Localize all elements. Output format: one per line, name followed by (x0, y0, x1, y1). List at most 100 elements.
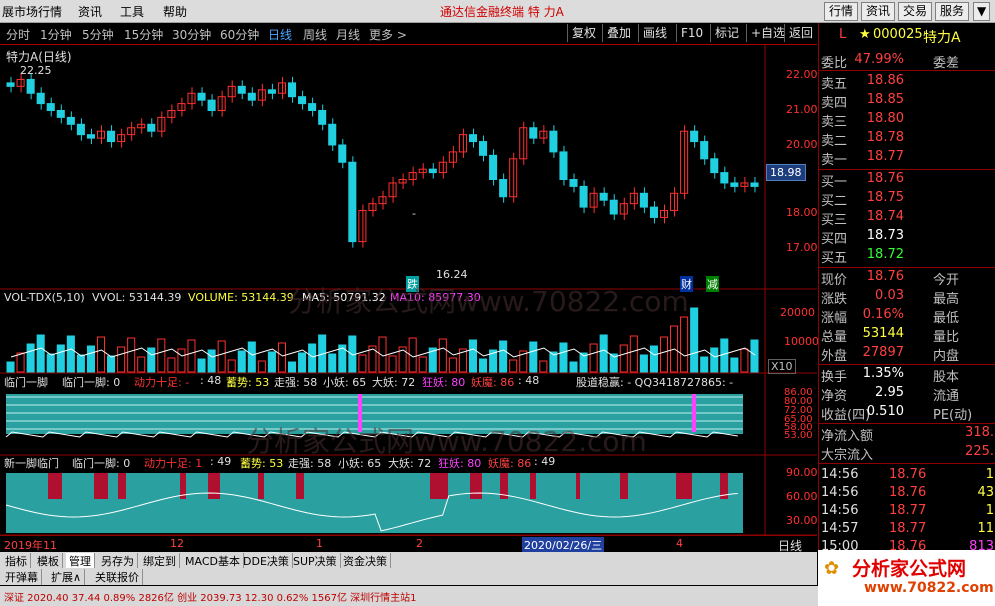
ask-row: 卖二 18.78 (819, 130, 995, 149)
stock-name: 特力A (923, 30, 961, 46)
label: 卖三 (821, 115, 848, 130)
bid-row: 买三 18.74 (819, 209, 995, 228)
danmu-toggle[interactable]: 开弹幕 (2, 569, 42, 585)
value: 1.35% (862, 366, 904, 381)
ind2-field: : 49 (210, 455, 232, 468)
tick-volume: 1 (985, 467, 994, 482)
add-watchlist-button[interactable]: +自选 (746, 24, 789, 42)
label: 净资 (821, 389, 848, 404)
tab-manage[interactable]: 管理 (66, 553, 95, 569)
tick-row: 14:56 18.77 1 (819, 503, 995, 521)
period-fenshi[interactable]: 分时 (6, 26, 30, 43)
indicator-tabbar: 指标 模板 管理 另存为 绑定到 MACD基本 DDE决策 SUP决策 资金决策 (0, 552, 817, 569)
tab-capital[interactable]: 资金决策 (340, 553, 391, 569)
related-quote-tab[interactable]: 关联报价 (92, 569, 143, 585)
watermark: 分析家公式网www.70822.com (246, 425, 647, 458)
label: 卖四 (821, 96, 848, 111)
bid-row: 买四 18.73 (819, 228, 995, 247)
tab-macd[interactable]: MACD基本 (182, 553, 244, 569)
menu-market[interactable]: 展市场行情 (2, 3, 62, 20)
stat-row: 现价 18.76 今开 (819, 269, 995, 288)
draw-line-button[interactable]: 画线 (638, 24, 671, 42)
label: 买一 (821, 175, 848, 190)
order-ratio-row: 委比 47.99% 委差 (819, 52, 995, 71)
tick-price: 18.76 (889, 467, 927, 482)
expand-button[interactable]: 扩展∧ (48, 569, 86, 585)
tick-price: 18.77 (889, 521, 927, 536)
period-more[interactable]: 更多 > (369, 26, 407, 43)
menu-bar: 展市场行情 资讯 工具 帮助 通达信金融终端 特 力A 行情 资讯 交易 服务 … (0, 0, 995, 23)
period-monthly[interactable]: 月线 (336, 26, 360, 43)
logo-url: www.70822.com (864, 580, 994, 596)
flow-row: 大宗流入 225. (819, 444, 995, 463)
window-title: 通达信金融终端 特 力A (440, 5, 564, 19)
period-60min[interactable]: 60分钟 (220, 26, 259, 43)
label: 涨幅 (821, 311, 848, 326)
label: 委比 (821, 56, 848, 71)
value: 18.72 (866, 247, 904, 262)
label: 收益(四) (821, 408, 871, 423)
time-label: 1 (316, 537, 323, 550)
vol-vvol: VVOL: 53144.39 (92, 291, 182, 304)
dropdown-icon[interactable]: ▼ (973, 2, 991, 21)
tick-time: 14:57 (821, 521, 859, 536)
label: 净流入额 (821, 429, 874, 444)
ask-row: 卖一 18.77 (819, 149, 995, 168)
ind2-tick: 60.00 (786, 490, 818, 503)
ind1-field: 蓄势: 53 (226, 376, 270, 389)
ind2-field: 临门一脚: 0 (72, 457, 131, 470)
period-weekly[interactable]: 周线 (303, 26, 327, 43)
menu-tools[interactable]: 工具 (120, 3, 144, 20)
stock-code: 000025 (873, 27, 923, 42)
period-1min[interactable]: 1分钟 (40, 26, 72, 43)
label: 总量 (821, 330, 848, 345)
chart-title: 特力A(日线) (6, 50, 72, 64)
period-daily[interactable]: 日线 (268, 26, 292, 43)
ind1-header: 临门一脚 临门一脚: 0 动力十足: - : 48 蓄势: 53 走强: 58 … (0, 374, 817, 389)
stat-row: 换手 1.35% 股本 (819, 366, 995, 385)
period-15min[interactable]: 15分钟 (124, 26, 163, 43)
value: 225. (965, 444, 994, 459)
trade-button[interactable]: 交易 (898, 2, 933, 21)
ind1-field: 大妖: 72 (372, 376, 416, 389)
f10-button[interactable]: F10 (676, 24, 707, 42)
ind1-tick: 53.00 (784, 430, 813, 441)
ind1-field: 走强: 58 (274, 376, 318, 389)
time-axis: 2019年11 12 1 2 2020/02/26/三 4 日线 (0, 535, 817, 553)
index-ticker: 深证 2020.40 37.44 0.89% 2826亿 创业 2039.73 … (4, 593, 417, 604)
tab-indicator[interactable]: 指标 (2, 553, 31, 569)
bid-row: 买二 18.75 (819, 190, 995, 209)
overlay-button[interactable]: 叠加 (602, 24, 635, 42)
tab-save-as[interactable]: 另存为 (98, 553, 138, 569)
news-button[interactable]: 资讯 (861, 2, 896, 21)
tick-volume: 43 (977, 485, 994, 500)
tab-dde[interactable]: DDE决策 (240, 553, 293, 569)
menu-news[interactable]: 资讯 (78, 3, 102, 20)
tab-bind-to[interactable]: 绑定到 (140, 553, 180, 569)
service-button[interactable]: 服务 (935, 2, 970, 21)
quote-panel: L ★ 000025 特力A 委比 47.99% 委差 卖五 18.86 卖四 18… (818, 23, 995, 583)
restore-right-button[interactable]: 复权 (567, 24, 600, 42)
mark-button[interactable]: 标记 (710, 24, 743, 42)
value: 0.16% (862, 307, 904, 322)
menu-help[interactable]: 帮助 (163, 3, 187, 20)
label: 卖一 (821, 153, 848, 168)
vol-name: VOL-TDX(5,10) (4, 291, 85, 304)
time-label: 2 (416, 537, 423, 550)
tab-template[interactable]: 模板 (34, 553, 63, 569)
vol-tick: 10000 (784, 335, 819, 348)
quote-button[interactable]: 行情 (824, 2, 859, 21)
period-30min[interactable]: 30分钟 (172, 26, 211, 43)
tick-time: 14:56 (821, 485, 859, 500)
ind1-field: 狂妖: 80 (422, 376, 466, 389)
ind1-field: : 48 (200, 374, 222, 387)
tab-sup[interactable]: SUP决策 (290, 553, 341, 569)
tick-row: 14:56 18.76 1 (819, 467, 995, 485)
back-button[interactable]: 返回 (784, 24, 817, 42)
y-tick: 21.00 (786, 103, 818, 116)
period-5min[interactable]: 5分钟 (82, 26, 114, 43)
y-tick: 22.00 (786, 68, 818, 81)
label: 涨跌 (821, 292, 848, 307)
flow-row: 净流入额 318. (819, 425, 995, 444)
tick-price: 18.77 (889, 503, 927, 518)
